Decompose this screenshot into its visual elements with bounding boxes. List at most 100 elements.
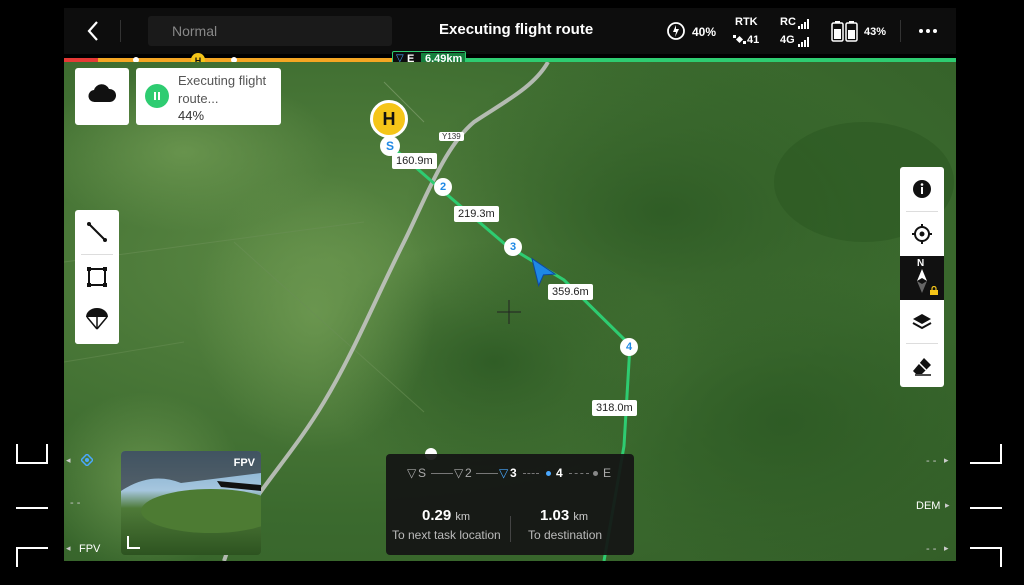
waypoint-sequence: ▽ S ▽ 2 ▽ 3 4 E [386,466,634,482]
seq-start-label: S [418,466,427,480]
cloud-icon [88,84,117,109]
page-title: Executing flight route [439,21,594,38]
frame-bracket [1000,547,1002,567]
info-icon [913,180,931,198]
seq-wp3-icon: ▽ [499,466,509,480]
rc-signal-icon [798,16,810,34]
rc-battery-value: 43% [864,26,887,38]
segment-distance-label: 359.6m [548,284,593,300]
back-icon[interactable] [82,18,106,44]
waypoint-marker-4[interactable]: 4 [620,338,638,356]
gimbal-icon [79,452,95,471]
segment-distance-label: 160.9m [392,153,437,169]
fpv-camera-preview[interactable]: FPV [121,451,261,555]
frame-bracket [970,547,1002,549]
destination-distance-unit: km [573,511,589,523]
rc-battery-icon [831,20,859,47]
fpv-edge-label: FPV [79,543,101,555]
frame-bracket [16,444,18,464]
seq-wp4-label: 4 [556,466,563,480]
right-dashes: - - [926,455,937,467]
waypoint-label: 3 [509,241,517,253]
left-dashes: - - [70,497,81,509]
waypoint-marker-3[interactable]: 3 [504,238,522,256]
rtk-satellite-count: 41 [747,34,760,46]
home-point-marker[interactable]: H [370,100,408,138]
more-menu-icon[interactable] [918,23,938,44]
seq-wp2-label: 2 [465,466,472,480]
seq-wp4-dot [546,471,551,476]
compass-lock-button[interactable]: N [900,256,944,300]
line-tool-icon [87,222,107,242]
pause-button[interactable] [145,84,169,108]
next-task-distance-value: 0.29 [422,507,452,524]
area-tool-icon [87,267,107,287]
seq-end-dot [593,471,598,476]
next-task-caption: To next task location [392,528,501,542]
home-marker-label: H [382,108,396,129]
compass-north-label: N [917,258,925,269]
destination-caption: To destination [528,528,603,542]
status-text-line2: route... [178,91,219,106]
frame-bracket [16,547,48,549]
divider [900,20,901,42]
info-button[interactable] [900,167,944,211]
destination-distance-value: 1.03 [540,507,570,524]
destination-distance: 1.03 km [540,507,588,524]
dem-label[interactable]: DEM [916,500,940,512]
frame-bracket [16,462,48,464]
frame-bracket [970,507,1002,509]
flight-mode-label: Normal [172,23,218,39]
right-arrow-icon: ▸ [944,543,949,553]
eraser-icon [913,358,931,376]
status-text-line1: Executing flight [178,73,267,88]
parachute-icon [84,307,110,338]
seq-start-icon: ▽ [407,466,417,480]
clear-trail-button[interactable] [900,344,944,387]
next-task-distance: 0.29 km [422,507,470,524]
navigation-info-card: ▽ S ▽ 2 ▽ 3 4 E 0.29 km To next task loc… [386,454,634,555]
4g-signal-icon [798,34,810,52]
compass-icon [917,269,927,293]
seq-wp2-icon: ▽ [454,466,464,480]
waypoint-marker-2[interactable]: 2 [434,178,452,196]
divider [120,20,121,42]
seq-end-label: E [603,466,612,480]
top-bar: Normal Executing flight route 40% RTK 41… [64,8,956,54]
drone-battery-value: 40% [692,25,717,39]
road-label: Y139 [439,132,464,141]
seq-wp3-label: 3 [510,466,517,480]
flight-mode-selector[interactable]: Normal [148,16,392,46]
frame-bracket [16,507,48,509]
next-task-distance-unit: km [455,511,471,523]
rc-label: RC [780,16,796,28]
right-arrow-icon: ▸ [944,455,949,465]
drone-battery-icon [666,21,686,46]
locate-icon [912,224,932,244]
frame-bracket [16,444,48,464]
route-progress-percent: 44% [178,108,205,123]
layers-icon [912,314,932,330]
measure-area-button[interactable] [75,255,119,299]
segment-distance-label: 219.3m [454,206,499,222]
frame-bracket [970,462,1002,464]
frame-bracket [1000,444,1002,464]
segment-distance-label: 318.0m [592,400,637,416]
measure-line-button[interactable] [75,210,119,254]
locate-button[interactable] [900,212,944,256]
map-controls-panel: N [900,167,944,387]
4g-label: 4G [780,34,795,46]
expand-icon[interactable] [127,535,141,549]
waypoint-label: 4 [625,341,633,353]
waypoint-label: 2 [439,181,447,193]
rtk-label: RTK [735,16,758,28]
map-layers-button[interactable] [900,300,944,344]
left-arrow-icon: ◂ [66,455,71,465]
parachute-button[interactable] [75,300,119,344]
satellite-icon [733,33,746,51]
left-arrow-icon: ◂ [66,543,71,553]
weather-button[interactable] [75,68,129,125]
right-dashes: - - [926,543,937,555]
route-status-card[interactable]: Executing flight route... 44% [136,68,281,125]
fpv-label: FPV [233,457,255,469]
